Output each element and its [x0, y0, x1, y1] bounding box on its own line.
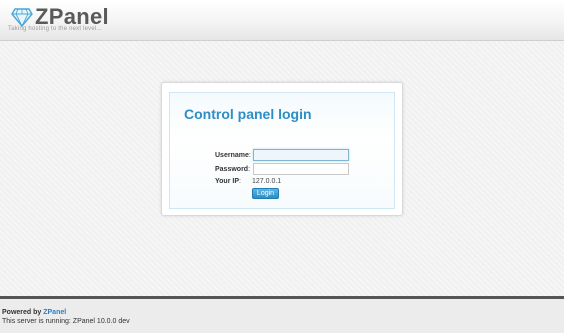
login-title: Control panel login — [184, 106, 312, 122]
password-label-text: Password — [215, 166, 249, 173]
header: ZPanel Taking hosting to the next level.… — [0, 0, 564, 41]
login-form: Control panel login Username: Password: … — [169, 92, 395, 209]
ip-label: Your IP: — [215, 178, 255, 185]
username-input[interactable] — [253, 149, 349, 161]
username-label-colon: : — [248, 152, 251, 159]
password-label-colon: : — [248, 166, 251, 173]
logo-tagline: Taking hosting to the next level... — [8, 26, 103, 32]
login-button[interactable]: Login — [252, 188, 279, 199]
zpanel-logo[interactable]: ZPanel Taking hosting to the next level.… — [8, 3, 148, 35]
zpanel-link[interactable]: ZPanel — [43, 309, 66, 316]
diamond-icon — [11, 8, 33, 28]
password-input[interactable] — [253, 163, 349, 175]
password-label: Password: — [215, 166, 255, 173]
ip-value: 127.0.0.1 — [252, 178, 282, 185]
powered-by-text: Powered by — [2, 309, 44, 316]
server-info: This server is running: ZPanel 10.0.0 de… — [2, 318, 130, 325]
username-label-text: Username — [215, 152, 249, 159]
ip-label-colon: : — [238, 178, 241, 185]
ip-label-text: Your IP — [215, 178, 239, 185]
login-panel: Control panel login Username: Password: … — [161, 82, 403, 216]
footer: Powered by ZPanel This server is running… — [0, 296, 564, 333]
powered-by: Powered by ZPanel — [2, 309, 66, 316]
username-label: Username: — [215, 152, 255, 159]
